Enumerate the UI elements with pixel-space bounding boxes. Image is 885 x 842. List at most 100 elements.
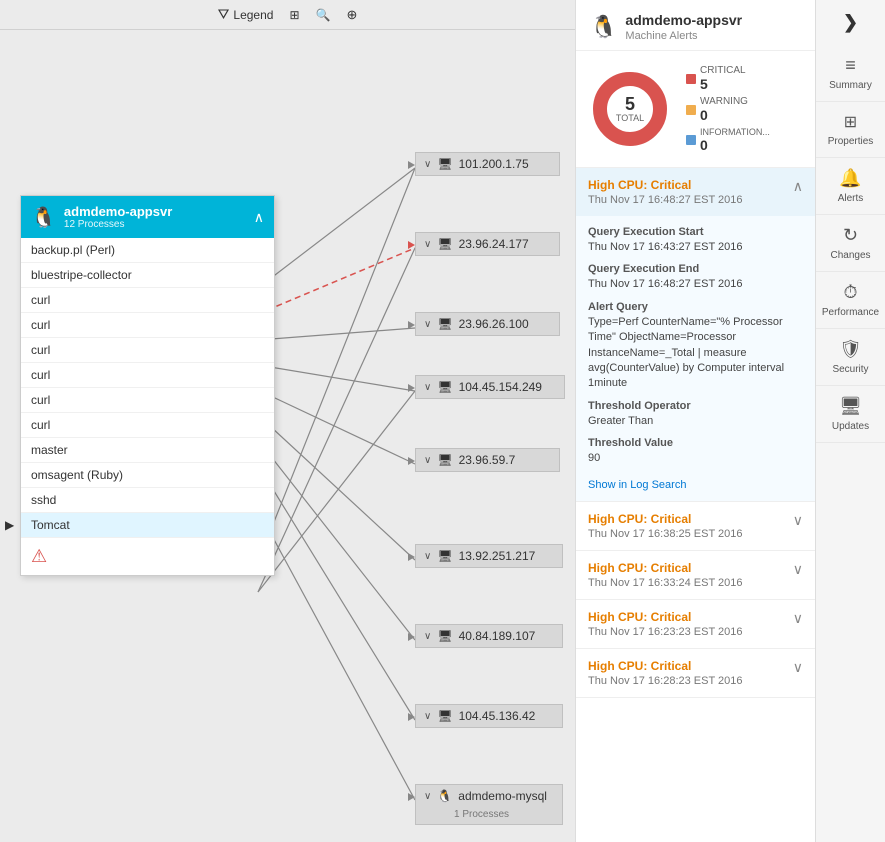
node-box-7[interactable]: ∨ 🖥 40.84.189.107 [415, 624, 563, 648]
list-item[interactable]: curl [21, 288, 274, 313]
node-ip-7: 40.84.189.107 [459, 629, 536, 643]
sidebar-item-summary[interactable]: ≡ Summary [816, 45, 885, 102]
node-box-6[interactable]: ∨ 🖥 13.92.251.217 [415, 544, 563, 568]
node-ip-6: 13.92.251.217 [459, 549, 536, 563]
alert-header-1[interactable]: High CPU: Critical Thu Nov 17 16:48:27 E… [576, 168, 815, 216]
alert-item-2: High CPU: Critical Thu Nov 17 16:38:25 E… [576, 502, 815, 551]
node-box-mysql[interactable]: ∨ 🐧 admdemo-mysql 1 Processes [415, 784, 563, 825]
legend-items: CRITICAL 5 WARNING 0 INFORMATION... 0 [686, 65, 770, 153]
list-item[interactable]: curl [21, 338, 274, 363]
alert-header-2[interactable]: High CPU: Critical Thu Nov 17 16:38:25 E… [576, 502, 815, 550]
node-box-8[interactable]: ∨ 🖥 104.45.136.42 [415, 704, 563, 728]
node-mysql-subtitle: 1 Processes [454, 809, 509, 820]
list-item-tomcat[interactable]: ▶ Tomcat [21, 513, 274, 538]
list-item[interactable]: bluestripe-collector [21, 263, 274, 288]
updates-icon: 🖥 [839, 396, 862, 417]
zoom-in-button[interactable]: ⊕ [346, 7, 357, 23]
node-box-3[interactable]: ∨ 🖥 23.96.26.100 [415, 312, 560, 336]
list-item[interactable]: backup.pl (Perl) [21, 238, 274, 263]
show-log-link[interactable]: Show in Log Search [588, 479, 686, 491]
legend-info: INFORMATION... 0 [686, 127, 770, 153]
chevron-down-icon: ∨ [424, 382, 431, 393]
alert-header-3[interactable]: High CPU: Critical Thu Nov 17 16:33:24 E… [576, 551, 815, 599]
alert-detail-1: Query Execution Start Thu Nov 17 16:43:2… [576, 216, 815, 501]
donut-label: 5 TOTAL [616, 95, 644, 123]
monitor-icon: 🖥 [437, 629, 452, 643]
sidebar-item-alerts[interactable]: 🔔 Alerts [816, 158, 885, 215]
monitor-icon: 🖥 [437, 380, 452, 394]
chevron-down-icon: ∨ [424, 319, 431, 330]
warning-count: 0 [700, 107, 748, 123]
chevron-down-icon: ∨ [424, 159, 431, 170]
sidebar-label-properties: Properties [828, 136, 874, 147]
alert-time-1: Thu Nov 17 16:48:27 EST 2016 [588, 194, 743, 206]
fit-button[interactable]: ⊞ [289, 8, 299, 22]
monitor-icon: 🖥 [437, 549, 452, 563]
alert-item-5: High CPU: Critical Thu Nov 17 16:28:23 E… [576, 649, 815, 698]
node-box-2[interactable]: ∨ 🖥 23.96.24.177 [415, 232, 560, 256]
fit-icon: ⊞ [289, 8, 299, 22]
node-ip-2: 23.96.24.177 [459, 237, 529, 251]
list-item[interactable]: curl [21, 363, 274, 388]
panel-subtitle: Machine Alerts [625, 30, 742, 42]
donut-chart: 5 TOTAL [590, 69, 670, 149]
sidebar-item-performance[interactable]: ⏱ Performance [816, 272, 885, 329]
alerts-list: High CPU: Critical Thu Nov 17 16:48:27 E… [576, 168, 815, 842]
performance-icon: ⏱ [843, 282, 857, 303]
monitor-icon: 🖥 [437, 709, 452, 723]
node-box-4[interactable]: ∨ 🖥 104.45.154.249 [415, 375, 565, 399]
chevron-up-icon: ∧ [793, 178, 803, 195]
alert-title-5: High CPU: Critical [588, 659, 743, 673]
legend-icon: ⛛ [218, 6, 230, 23]
node-box-5[interactable]: ∨ 🖥 23.96.59.7 [415, 448, 560, 472]
detail-row-end: Query Execution End Thu Nov 17 16:48:27 … [588, 263, 803, 292]
alert-time-2: Thu Nov 17 16:38:25 EST 2016 [588, 528, 743, 540]
list-item[interactable]: curl [21, 413, 274, 438]
list-item[interactable]: omsagent (Ruby) [21, 463, 274, 488]
legend-button[interactable]: ⛛ Legend [218, 6, 274, 23]
monitor-icon: 🖥 [437, 237, 452, 251]
alert-item-3: High CPU: Critical Thu Nov 17 16:33:24 E… [576, 551, 815, 600]
critical-dot [686, 74, 696, 84]
sidebar-chevron-right[interactable]: ❯ [831, 0, 870, 45]
detail-row-query: Alert Query Type=Perf CounterName="% Pro… [588, 301, 803, 392]
alert-item-4: High CPU: Critical Thu Nov 17 16:23:23 E… [576, 600, 815, 649]
warning-dot [686, 105, 696, 115]
node-ip-3: 23.96.26.100 [459, 317, 529, 331]
sidebar-item-security[interactable]: 🛡 Security [816, 329, 885, 386]
sidebar-label-updates: Updates [832, 421, 869, 432]
info-label: INFORMATION... [700, 127, 770, 137]
legend-warning: WARNING 0 [686, 96, 770, 123]
sidebar-item-properties[interactable]: ⊞ Properties [816, 102, 885, 158]
chevron-down-icon: ∨ [424, 551, 431, 562]
list-item[interactable]: sshd [21, 488, 274, 513]
zoom-out-button[interactable]: 🔍 [316, 8, 331, 22]
node-ip-8: 104.45.136.42 [459, 709, 536, 723]
collapse-icon[interactable]: ∧ [254, 209, 264, 226]
process-box-subtitle: 12 Processes [64, 219, 172, 230]
node-ip-1: 101.200.1.75 [459, 157, 529, 171]
chevron-down-icon-4: ∨ [793, 610, 803, 627]
node-ip-5: 23.96.59.7 [459, 453, 516, 467]
alerts-icon: 🔔 [839, 168, 861, 189]
list-item[interactable]: curl [21, 313, 274, 338]
node-ip-4: 104.45.154.249 [459, 380, 542, 394]
list-item[interactable]: curl [21, 388, 274, 413]
alert-header-4[interactable]: High CPU: Critical Thu Nov 17 16:23:23 E… [576, 600, 815, 648]
top-toolbar: ⛛ Legend ⊞ 🔍 ⊕ [0, 0, 575, 30]
node-box-1[interactable]: ∨ 🖥 101.200.1.75 [415, 152, 560, 176]
node-mysql-name: admdemo-mysql [458, 789, 547, 803]
linux-icon: 🐧 [437, 789, 452, 803]
monitor-icon: 🖥 [437, 157, 452, 171]
warning-label: WARNING [700, 96, 748, 107]
alert-header-5[interactable]: High CPU: Critical Thu Nov 17 16:28:23 E… [576, 649, 815, 697]
sidebar-item-updates[interactable]: 🖥 Updates [816, 386, 885, 443]
sidebar-item-changes[interactable]: ↻ Changes [816, 215, 885, 272]
list-item[interactable]: master [21, 438, 274, 463]
monitor-icon: 🖥 [437, 453, 452, 467]
detail-row-operator: Threshold Operator Greater Than [588, 400, 803, 429]
panel-title: admdemo-appsvr [625, 12, 742, 28]
sidebar: ❯ ≡ Summary ⊞ Properties 🔔 Alerts ↻ Chan… [815, 0, 885, 842]
sidebar-label-security: Security [832, 364, 868, 375]
sidebar-label-performance: Performance [822, 307, 879, 318]
